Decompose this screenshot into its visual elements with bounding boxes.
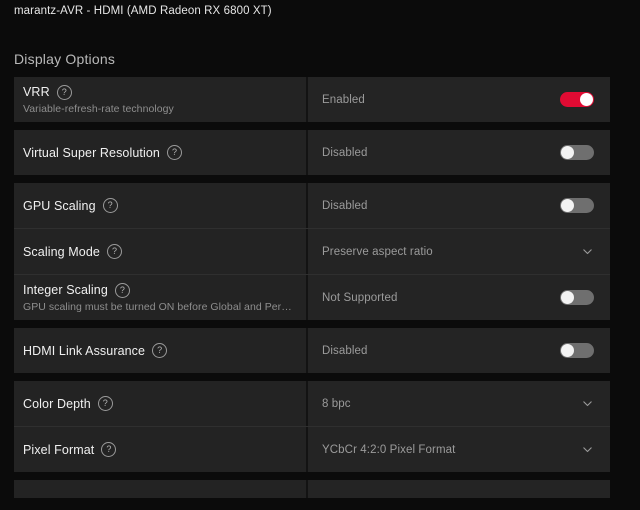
settings-group: GPU Scaling? Disabled Scaling Mode? Preserv… bbox=[14, 183, 610, 320]
setting-value: Not Supported bbox=[322, 291, 398, 304]
help-icon[interactable]: ? bbox=[56, 84, 72, 100]
label-line: GPU Scaling? bbox=[23, 198, 294, 213]
chevron-down-icon[interactable] bbox=[581, 397, 594, 410]
toggle-knob bbox=[580, 93, 593, 106]
help-icon[interactable]: ? bbox=[114, 282, 130, 298]
setting-label: Scaling Mode bbox=[23, 244, 100, 259]
toggle-switch[interactable] bbox=[560, 290, 594, 305]
help-icon[interactable]: ? bbox=[152, 343, 168, 358]
setting-value-cell[interactable]: YCbCr 4:2:0 Pixel Format bbox=[308, 427, 610, 472]
setting-label-cell: Color Depth? bbox=[14, 381, 308, 426]
setting-row-gpu-scaling[interactable]: GPU Scaling? Disabled bbox=[14, 183, 610, 228]
setting-value-cell[interactable]: Disabled bbox=[308, 328, 610, 373]
toggle-knob bbox=[561, 146, 574, 159]
setting-label: HDMI Link Assurance bbox=[23, 343, 146, 358]
toggle-switch[interactable] bbox=[560, 198, 594, 213]
toggle-switch[interactable] bbox=[560, 92, 594, 107]
setting-row-pixel-format[interactable]: Pixel Format? YCbCr 4:2:0 Pixel Format bbox=[14, 426, 610, 472]
setting-value: Enabled bbox=[322, 93, 365, 106]
setting-label: Integer Scaling bbox=[23, 283, 108, 297]
toggle-switch[interactable] bbox=[560, 145, 594, 160]
setting-label-cell: VRR? Variable-refresh-rate technology bbox=[14, 77, 308, 122]
setting-value-cell[interactable]: Not Supported bbox=[308, 275, 610, 320]
setting-label-cell: Virtual Super Resolution? bbox=[14, 130, 308, 175]
settings-group: Virtual Super Resolution? Disabled bbox=[14, 130, 610, 175]
setting-row-partial[interactable] bbox=[14, 480, 610, 498]
setting-row-vrr[interactable]: VRR? Variable-refresh-rate technology Enab… bbox=[14, 77, 610, 122]
setting-label: Pixel Format bbox=[23, 442, 95, 457]
setting-label-cell: HDMI Link Assurance? bbox=[14, 328, 308, 373]
chevron-down-icon[interactable] bbox=[581, 245, 594, 258]
setting-sublabel: Variable-refresh-rate technology bbox=[23, 102, 174, 115]
setting-label-cell: Integer Scaling? GPU scaling must be turn… bbox=[14, 275, 308, 320]
toggle-knob bbox=[561, 291, 574, 304]
setting-value-cell[interactable]: Enabled bbox=[308, 77, 610, 122]
setting-label: Color Depth bbox=[23, 396, 91, 411]
setting-sublabel: GPU scaling must be turned ON before Glo… bbox=[23, 300, 294, 313]
setting-value-cell[interactable] bbox=[308, 480, 610, 498]
setting-row-virtual-super-resolution[interactable]: Virtual Super Resolution? Disabled bbox=[14, 130, 610, 175]
setting-label: Virtual Super Resolution bbox=[23, 145, 160, 160]
help-icon[interactable]: ? bbox=[106, 244, 122, 259]
label-line: Pixel Format? bbox=[23, 442, 294, 457]
page-title: Display Options bbox=[14, 51, 116, 67]
chevron-down-icon[interactable] bbox=[581, 443, 594, 456]
settings-group: HDMI Link Assurance? Disabled bbox=[14, 328, 610, 373]
settings-group: VRR? Variable-refresh-rate technology Enab… bbox=[14, 77, 610, 122]
toggle-switch[interactable] bbox=[560, 343, 594, 358]
settings-group: Color Depth? 8 bpc Pixel Format? YCbCr 4:2:… bbox=[14, 381, 610, 472]
setting-label-cell: Pixel Format? bbox=[14, 427, 308, 472]
setting-value: 8 bpc bbox=[322, 397, 351, 410]
setting-value-cell[interactable]: Disabled bbox=[308, 183, 610, 228]
label-line: Scaling Mode? bbox=[23, 244, 294, 259]
setting-value: Disabled bbox=[322, 146, 368, 159]
toggle-knob bbox=[561, 344, 574, 357]
setting-row-integer-scaling[interactable]: Integer Scaling? GPU scaling must be turn… bbox=[14, 274, 610, 320]
label-line: VRR? bbox=[23, 84, 294, 100]
help-icon[interactable]: ? bbox=[97, 396, 113, 411]
setting-value-cell[interactable]: Preserve aspect ratio bbox=[308, 229, 610, 274]
setting-label-cell bbox=[14, 480, 308, 498]
toggle-knob bbox=[561, 199, 574, 212]
setting-label: GPU Scaling bbox=[23, 198, 96, 213]
setting-value: YCbCr 4:2:0 Pixel Format bbox=[322, 443, 456, 456]
setting-value-cell[interactable]: Disabled bbox=[308, 130, 610, 175]
window-title: marantz-AVR - HDMI (AMD Radeon RX 6800 X… bbox=[14, 5, 272, 17]
label-line: Integer Scaling? bbox=[23, 282, 294, 298]
help-icon[interactable]: ? bbox=[166, 145, 182, 160]
setting-row-scaling-mode[interactable]: Scaling Mode? Preserve aspect ratio bbox=[14, 228, 610, 274]
setting-value: Preserve aspect ratio bbox=[322, 245, 433, 258]
label-line: HDMI Link Assurance? bbox=[23, 343, 294, 358]
help-icon[interactable]: ? bbox=[101, 442, 117, 457]
setting-value: Disabled bbox=[322, 199, 368, 212]
label-line: Virtual Super Resolution? bbox=[23, 145, 294, 160]
setting-label-cell: GPU Scaling? bbox=[14, 183, 308, 228]
setting-value: Disabled bbox=[322, 344, 368, 357]
setting-label: VRR bbox=[23, 85, 50, 99]
label-line: Color Depth? bbox=[23, 396, 294, 411]
help-icon[interactable]: ? bbox=[102, 198, 118, 213]
setting-row-hdmi-link-assurance[interactable]: HDMI Link Assurance? Disabled bbox=[14, 328, 610, 373]
setting-value-cell[interactable]: 8 bpc bbox=[308, 381, 610, 426]
radeon-settings-window: marantz-AVR - HDMI (AMD Radeon RX 6800 X… bbox=[0, 0, 640, 510]
setting-label-cell: Scaling Mode? bbox=[14, 229, 308, 274]
settings-list: VRR? Variable-refresh-rate technology Enab… bbox=[14, 77, 610, 498]
settings-group-partial bbox=[14, 480, 610, 498]
setting-row-color-depth[interactable]: Color Depth? 8 bpc bbox=[14, 381, 610, 426]
